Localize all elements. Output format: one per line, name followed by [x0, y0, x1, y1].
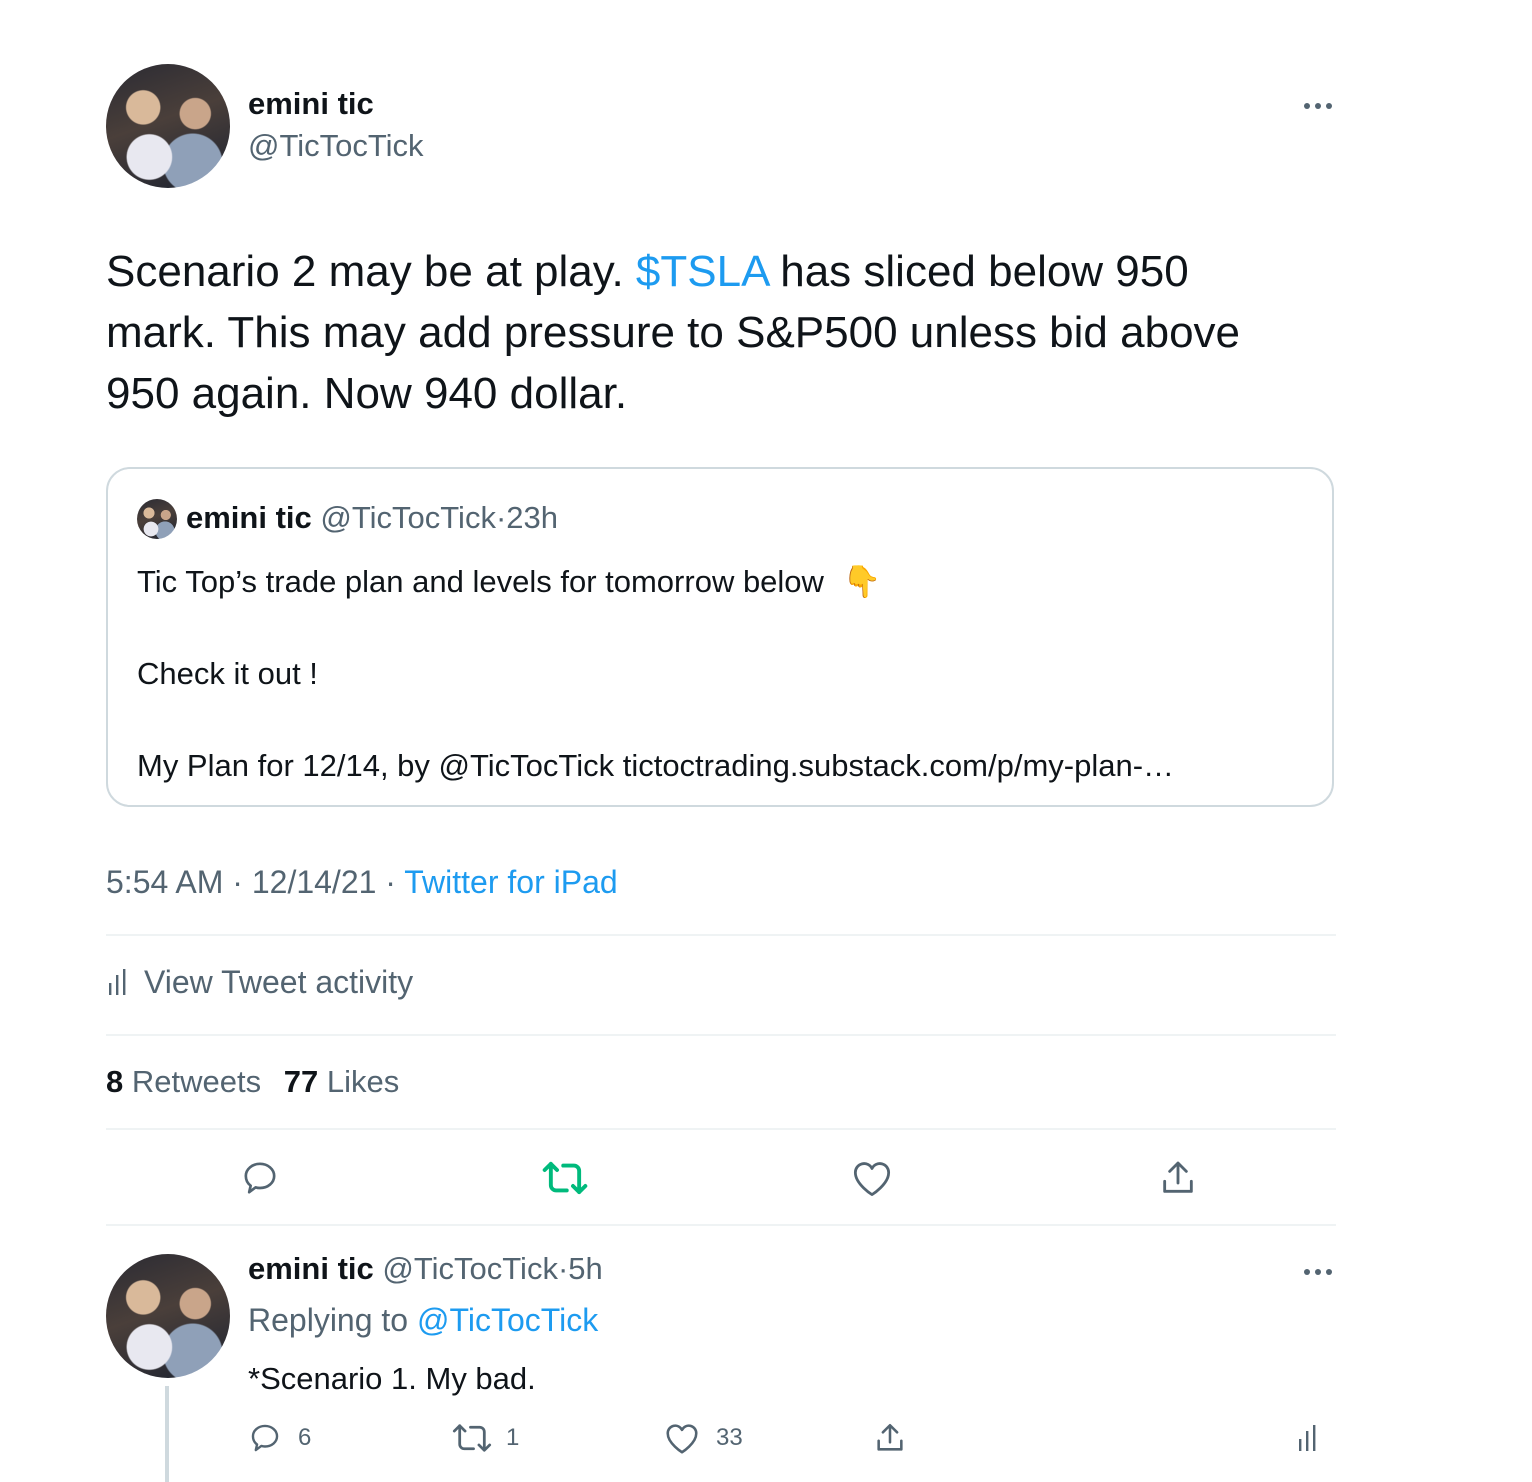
- reply-more-options-icon[interactable]: [1298, 1258, 1338, 1286]
- tweet-stats: 8 Retweets 77 Likes: [106, 1064, 399, 1100]
- analytics-icon: [106, 967, 130, 997]
- retweet-count: 1: [506, 1424, 520, 1451]
- reply-author-avatar[interactable]: [106, 1254, 230, 1378]
- reply-header: emini tic @TicTocTick·5h: [248, 1251, 603, 1287]
- reply-age[interactable]: 5h: [568, 1251, 602, 1286]
- quote-author-avatar: [137, 499, 177, 539]
- reply-author-name[interactable]: emini tic: [248, 1251, 374, 1286]
- quote-text: My Plan for 12/14, by @TicTocTick tictoc…: [137, 748, 1175, 783]
- retweets-stat[interactable]: 8 Retweets: [106, 1064, 261, 1099]
- divider: [106, 1224, 1336, 1226]
- retweets-count: 8: [106, 1064, 124, 1099]
- tweet-date[interactable]: 12/14/21: [252, 864, 377, 900]
- tweet-text: Scenario 2 may be at play. $TSLA has sli…: [106, 241, 1326, 424]
- retweet-icon[interactable]: [540, 1154, 590, 1202]
- like-icon: [664, 1421, 700, 1455]
- cashtag-link[interactable]: $TSLA: [636, 247, 768, 296]
- likes-count: 77: [283, 1064, 319, 1099]
- tweet-text-line: mark. This may add pressure to S&P500 un…: [106, 308, 1241, 357]
- view-activity-label: View Tweet activity: [144, 963, 414, 1000]
- replying-to: Replying to @TicTocTick: [248, 1302, 598, 1339]
- quote-age: 23h: [506, 500, 559, 535]
- pointing-down-emoji-icon: 👇: [842, 564, 882, 599]
- reply-dot: ·: [557, 1251, 569, 1286]
- tweet-meta: 5:54 AM · 12/14/21 · Twitter for iPad: [106, 864, 618, 901]
- quote-dot: ·: [495, 500, 507, 535]
- quote-author-name: emini tic: [186, 500, 312, 535]
- like-icon[interactable]: [848, 1154, 896, 1202]
- reply-icon: [248, 1421, 282, 1455]
- quote-text: Check it out !: [137, 656, 318, 691]
- view-activity-button[interactable]: View Tweet activity: [106, 962, 413, 1002]
- quote-text: Tic Top’s trade plan and levels for tomo…: [137, 564, 824, 599]
- divider: [106, 1128, 1336, 1130]
- reply-icon[interactable]: [236, 1154, 284, 1202]
- thread-line: [165, 1386, 169, 1482]
- quote-line: Tic Top’s trade plan and levels for tomo…: [137, 563, 881, 600]
- replying-prefix: Replying to: [248, 1302, 417, 1338]
- reply-count: 6: [298, 1424, 312, 1451]
- divider: [106, 934, 1336, 936]
- quote-header: emini tic @TicTocTick·23h: [186, 500, 558, 536]
- likes-stat[interactable]: 77 Likes: [284, 1064, 399, 1099]
- reply-like-button[interactable]: 33: [664, 1420, 743, 1456]
- reply-author-handle[interactable]: @TicTocTick: [382, 1251, 558, 1286]
- share-icon[interactable]: [1154, 1154, 1202, 1202]
- more-options-icon[interactable]: [1298, 92, 1338, 120]
- retweets-label: Retweets: [131, 1064, 262, 1099]
- replying-handle-link[interactable]: @TicTocTick: [417, 1302, 598, 1338]
- reply-reply-button[interactable]: 6: [248, 1420, 311, 1456]
- like-count: 33: [716, 1424, 743, 1451]
- tweet-text-part: has sliced below 950: [768, 247, 1189, 296]
- author-avatar[interactable]: [106, 64, 230, 188]
- likes-label: Likes: [326, 1064, 400, 1099]
- meta-sep: ·: [376, 864, 405, 900]
- tweet-text-line: 950 again. Now 940 dollar.: [106, 369, 628, 418]
- author-handle[interactable]: @TicTocTick: [248, 128, 424, 164]
- reply-text: *Scenario 1. My bad.: [248, 1361, 536, 1396]
- tweet-source-link[interactable]: Twitter for iPad: [404, 864, 617, 900]
- reply-analytics-icon[interactable]: [1290, 1420, 1326, 1456]
- reply-share-icon[interactable]: [870, 1420, 910, 1456]
- author-name[interactable]: emini tic: [248, 86, 374, 122]
- meta-sep: ·: [223, 864, 252, 900]
- quote-author-handle: @TicTocTick: [320, 500, 496, 535]
- tweet-text-part: Scenario 2 may be at play.: [106, 247, 636, 296]
- tweet-time[interactable]: 5:54 AM: [106, 864, 223, 900]
- divider: [106, 1034, 1336, 1036]
- retweet-icon: [452, 1421, 492, 1455]
- reply-retweet-button[interactable]: 1: [452, 1420, 519, 1456]
